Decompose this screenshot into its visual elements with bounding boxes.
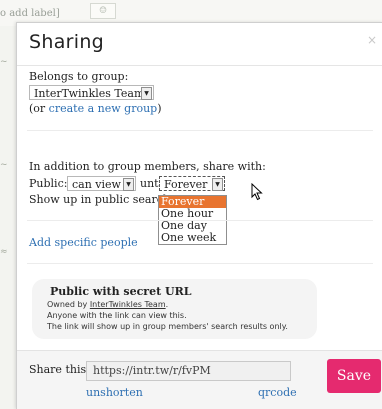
owner-name: InterTwinkles Team — [89, 300, 166, 309]
public-permission-select[interactable]: can view ▼ — [67, 176, 136, 191]
visibility-search-line: The link will show up in group members' … — [47, 322, 288, 331]
create-group-line: (or create a new group) — [29, 102, 162, 115]
section-divider — [27, 263, 373, 264]
dialog-header: Sharing × — [17, 23, 382, 66]
visibility-summary-box: Public with secret URL Owned by InterTwi… — [32, 279, 317, 339]
mouse-pointer-icon — [251, 183, 263, 201]
visibility-owner-line: Owned by InterTwinkles Team. — [47, 300, 168, 309]
until-option-one-week[interactable]: One week — [159, 232, 226, 244]
chevron-down-icon: ▼ — [141, 87, 152, 100]
background-label: o add label] — [0, 8, 60, 19]
chevron-down-icon: ▼ — [212, 178, 223, 191]
share-with-label: In addition to group members, share with… — [29, 160, 266, 173]
public-permission-value: can view — [72, 178, 121, 191]
share-this-label: Share this: — [29, 363, 90, 376]
visibility-link-line: Anyone with the link can view this. — [47, 311, 187, 320]
background-mark: ≈ — [0, 247, 8, 257]
background-mark: ~ — [0, 57, 8, 67]
or-suffix: ) — [157, 102, 162, 115]
group-select[interactable]: InterTwinkles Team ▼ — [29, 85, 154, 100]
section-divider — [27, 130, 373, 131]
sharing-dialog: Sharing × Belongs to group: InterTwinkle… — [16, 22, 382, 409]
qrcode-link[interactable]: qrcode — [258, 386, 297, 399]
background-smiley-icon: ☺ — [90, 3, 116, 19]
public-label: Public: — [29, 177, 68, 190]
or-prefix: (or — [29, 102, 49, 115]
owned-suffix: . — [165, 300, 169, 309]
group-select-value: InterTwinkles Team — [34, 87, 145, 100]
background-mark: ~ — [0, 160, 8, 170]
visibility-summary-title: Public with secret URL — [50, 285, 192, 298]
section-divider — [27, 220, 373, 221]
create-group-link[interactable]: create a new group — [49, 102, 158, 115]
save-button[interactable]: Save — [327, 359, 381, 393]
share-url-field[interactable]: https://intr.tw/r/fvPM — [86, 361, 291, 381]
belongs-to-group-label: Belongs to group: — [29, 70, 129, 83]
until-select-value: Forever — [164, 178, 208, 191]
chevron-down-icon: ▼ — [123, 178, 134, 191]
until-select[interactable]: Forever ▼ — [159, 176, 225, 191]
dialog-footer: Share this: https://intr.tw/r/fvPM unsho… — [17, 350, 382, 409]
dialog-title: Sharing — [29, 31, 105, 53]
add-specific-people-link[interactable]: Add specific people — [29, 236, 138, 249]
close-icon[interactable]: × — [367, 33, 377, 47]
owned-prefix: Owned by — [47, 300, 90, 309]
unshorten-link[interactable]: unshorten — [86, 386, 143, 399]
